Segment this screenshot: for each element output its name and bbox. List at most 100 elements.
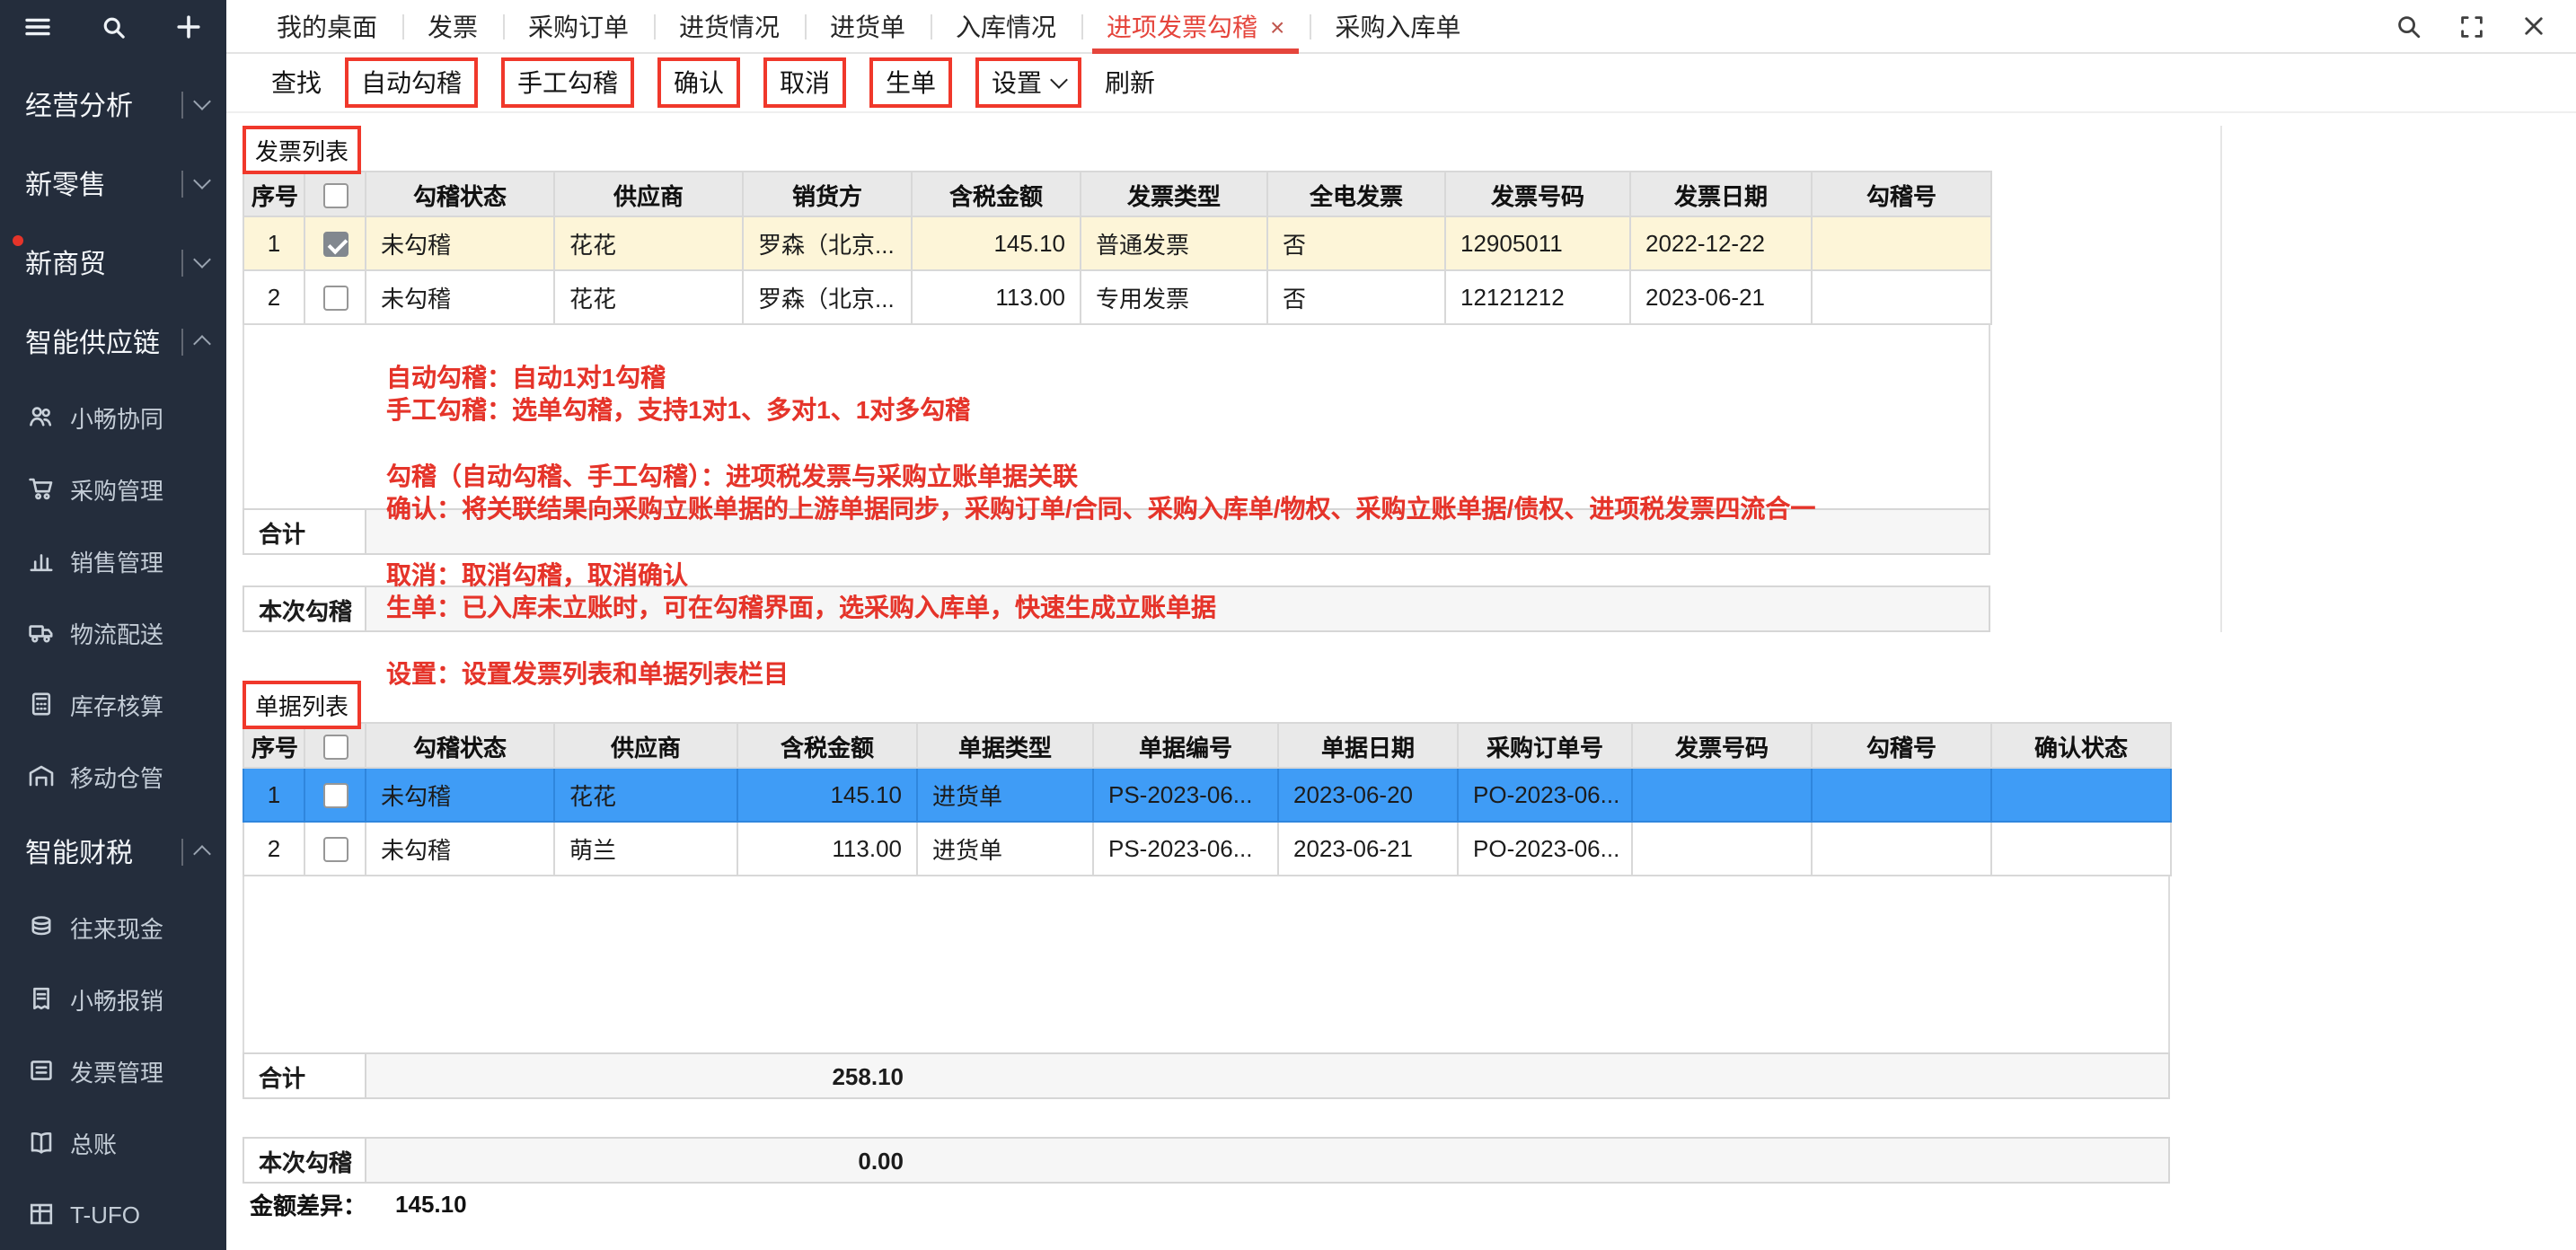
cell-doc-date: 2023-06-21	[1277, 821, 1459, 876]
tab-close-icon[interactable]: ×	[1270, 13, 1284, 39]
col-seller: 销货方	[742, 171, 913, 217]
current-match-amount: 0.00	[858, 1147, 904, 1174]
col-amount: 含税金额	[911, 171, 1081, 217]
cell-doc-number: PS-2023-06...	[1092, 821, 1279, 876]
col-supplier: 供应商	[553, 722, 738, 769]
refresh-button[interactable]: 刷新	[1105, 65, 1155, 101]
settings-button[interactable]: 设置	[975, 57, 1081, 108]
calculator-icon	[27, 690, 56, 718]
col-po-number: 采购订单号	[1457, 722, 1633, 769]
doc-row-selected[interactable]: 1 未勾稽 花花 145.10 进货单 PS-2023-06... 2023-0…	[243, 767, 2172, 823]
sidebar-item-inventory[interactable]: 库存核算	[0, 668, 226, 740]
col-doc-number: 单据编号	[1092, 722, 1279, 769]
col-match-no: 勾稽号	[1811, 171, 1992, 217]
select-all-checkbox[interactable]	[322, 734, 348, 760]
cell-match-no	[1811, 216, 1992, 271]
col-match-no: 勾稽号	[1811, 722, 1992, 769]
sidebar-item-logistics[interactable]: 物流配送	[0, 596, 226, 668]
invoice-header-row: 序号 勾稽状态 供应商 销货方 含税金额 发票类型 全电发票 发票号码 发票日期…	[243, 171, 1992, 217]
section-controls	[181, 249, 211, 276]
warehouse-icon	[27, 761, 56, 790]
tab-purchase-order[interactable]: 采购订单	[503, 0, 654, 52]
doc-list-label: 单据列表	[243, 681, 362, 729]
tab-label: 发票	[428, 12, 478, 40]
generate-button[interactable]: 生单	[869, 57, 952, 108]
tab-incoming-status[interactable]: 进货情况	[654, 0, 805, 52]
sidebar-section-smart-finance[interactable]: 智能财税	[0, 812, 226, 891]
cell-invoice-type: 专用发票	[1080, 269, 1268, 325]
tab-purchase-inbound-order[interactable]: 采购入库单	[1310, 0, 1486, 52]
sidebar-item-tufo[interactable]: T-UFO	[0, 1178, 226, 1250]
sidebar-item-label: 总账	[70, 1131, 118, 1158]
sidebar: 经营分析 新零售 新商贸 智能供应链 小畅协同 采购管理 销售管理 物流配送 库…	[0, 0, 226, 1250]
sidebar-item-label: 销售管理	[70, 549, 164, 576]
tab-inbound-status[interactable]: 入库情况	[931, 0, 1081, 52]
sidebar-item-reimburse[interactable]: 小畅报销	[0, 963, 226, 1034]
receipt-icon	[27, 984, 56, 1013]
cell-doc-type: 进货单	[916, 767, 1094, 823]
cell-seller: 罗森（北京...	[742, 269, 913, 325]
tab-bar: 我的桌面 发票 采购订单 进货情况 进货单 入库情况 进项发票勾稽 × 采购入库…	[226, 0, 2576, 54]
manual-match-button[interactable]: 手工勾稽	[501, 57, 634, 108]
doc-header-row: 序号 勾稽状态 供应商 含税金额 单据类型 单据编号 单据日期 采购订单号 发票…	[243, 722, 2172, 769]
invoice-row[interactable]: 2 未勾稽 花花 罗森（北京... 113.00 专用发票 否 12121212…	[243, 269, 1992, 325]
auto-match-button[interactable]: 自动勾稽	[345, 57, 478, 108]
sidebar-item-ledger[interactable]: 总账	[0, 1106, 226, 1178]
doc-row[interactable]: 2 未勾稽 萌兰 113.00 进货单 PS-2023-06... 2023-0…	[243, 821, 2172, 876]
sidebar-top-bar	[0, 0, 226, 54]
find-button[interactable]: 查找	[271, 65, 322, 101]
select-all-checkbox[interactable]	[322, 182, 348, 208]
cart-icon	[27, 474, 56, 503]
doc-list-title: 单据列表	[255, 693, 349, 720]
search-icon[interactable]	[2395, 12, 2423, 40]
sidebar-item-invoice-mgmt[interactable]: 发票管理	[0, 1034, 226, 1106]
sidebar-nav: 经营分析 新零售 新商贸 智能供应链 小畅协同 采购管理 销售管理 物流配送 库…	[0, 54, 226, 1250]
annotation-line: 取消：取消勾稽，取消确认	[386, 560, 688, 589]
close-icon[interactable]	[2520, 13, 2547, 40]
tab-my-desktop[interactable]: 我的桌面	[251, 0, 402, 52]
invoice-table: 序号 勾稽状态 供应商 销货方 含税金额 发票类型 全电发票 发票号码 发票日期…	[243, 171, 1992, 325]
cell-match-status: 未勾稽	[365, 821, 555, 876]
row-checkbox[interactable]	[322, 837, 348, 863]
sidebar-item-procurement[interactable]: 采购管理	[0, 453, 226, 524]
cell-select	[304, 269, 366, 325]
menu-icon[interactable]	[23, 13, 52, 41]
doc-total-row: 合计 258.10	[243, 1052, 2170, 1099]
tab-label: 进货情况	[679, 12, 780, 40]
cell-match-status: 未勾稽	[365, 269, 555, 325]
col-select	[304, 171, 366, 217]
invoice-row[interactable]: 1 未勾稽 花花 罗森（北京... 145.10 普通发票 否 12905011…	[243, 216, 1992, 271]
row-checkbox[interactable]	[322, 286, 348, 312]
doc-table-body-extension	[243, 875, 2170, 1052]
annotation-line: 手工勾稽：选单勾稽，支持1对1、多对1、1对多勾稽	[386, 394, 971, 423]
sidebar-section-new-trade[interactable]: 新商贸	[0, 223, 226, 302]
cancel-button[interactable]: 取消	[763, 57, 846, 108]
cell-amount: 113.00	[911, 269, 1081, 325]
sidebar-section-business-analysis[interactable]: 经营分析	[0, 65, 226, 144]
sidebar-section-new-retail[interactable]: 新零售	[0, 144, 226, 223]
cell-seller: 罗森（北京...	[742, 216, 913, 271]
section-label: 新零售	[25, 170, 107, 200]
tab-incoming-order[interactable]: 进货单	[805, 0, 931, 52]
cell-confirm-status	[1990, 767, 2172, 823]
settings-label: 设置	[992, 68, 1042, 97]
row-checkbox[interactable]	[322, 783, 348, 809]
chevron-down-icon	[193, 92, 211, 110]
row-checkbox[interactable]	[322, 232, 348, 258]
tab-invoice[interactable]: 发票	[402, 0, 503, 52]
sidebar-search-icon[interactable]	[100, 13, 127, 40]
fullscreen-icon[interactable]	[2457, 12, 2486, 40]
sidebar-section-smart-supply-chain[interactable]: 智能供应链	[0, 302, 226, 381]
sidebar-item-collaboration[interactable]: 小畅协同	[0, 381, 226, 453]
tab-input-invoice-matching[interactable]: 进项发票勾稽 ×	[1081, 0, 1310, 54]
cell-seq: 2	[243, 821, 305, 876]
add-icon[interactable]	[174, 13, 203, 41]
sidebar-item-sales[interactable]: 销售管理	[0, 524, 226, 596]
sidebar-item-cash[interactable]: 往来现金	[0, 891, 226, 963]
sidebar-item-warehouse[interactable]: 移动仓管	[0, 740, 226, 812]
cell-supplier: 萌兰	[553, 821, 738, 876]
confirm-button[interactable]: 确认	[657, 57, 740, 108]
annotation-line: 自动勾稽：自动1对1勾稽	[386, 363, 666, 392]
col-confirm-status: 确认状态	[1990, 722, 2172, 769]
amount-difference-value: 145.10	[395, 1191, 467, 1218]
